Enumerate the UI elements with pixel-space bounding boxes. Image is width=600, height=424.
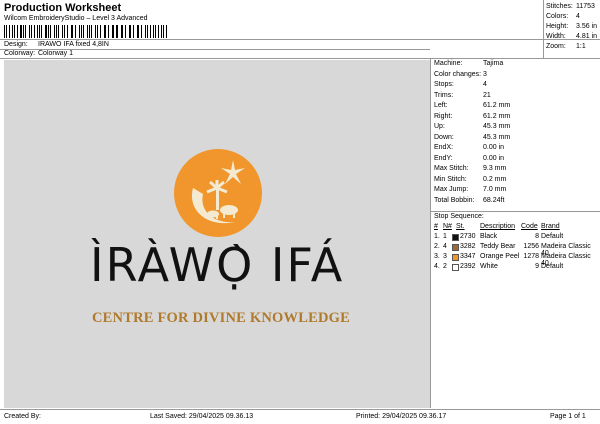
stop-sequence-header: Code	[521, 223, 538, 230]
summary-label: Width:	[546, 33, 566, 40]
detail-label: Min Stitch:	[434, 175, 467, 183]
detail-label: EndY:	[434, 154, 453, 162]
stop-row-needle: 3	[443, 253, 447, 260]
last-saved: Last Saved: 29/04/2025 09.36.13	[150, 413, 254, 420]
colorway-label: Colorway:	[4, 50, 36, 57]
divider	[0, 58, 600, 59]
stop-row-index: 1.	[434, 233, 440, 240]
color-swatch	[452, 234, 459, 241]
detail-value: 68.24ft	[483, 196, 505, 204]
stop-row-description: Black	[480, 233, 498, 240]
stop-row-stitches: 3282	[460, 243, 476, 250]
summary-value: 3.56 in	[576, 23, 598, 30]
stop-row-needle: 2	[443, 263, 447, 270]
detail-value: 21	[483, 91, 491, 99]
stop-row-needle: 1	[443, 233, 447, 240]
stop-sequence-header: Brand	[541, 223, 560, 230]
stop-row-code: 9	[535, 263, 539, 270]
logo-wordmark: ÌRÀWỌ̀ IFÁ	[90, 238, 345, 292]
detail-value: 45.3 mm	[483, 133, 511, 141]
palm-trunk	[216, 188, 219, 210]
page-number: Page 1 of 1	[550, 413, 586, 420]
detail-value: 61.2 mm	[483, 102, 511, 109]
logo-tagline: CENTRE FOR DIVINE KNOWLEDGE	[92, 310, 350, 326]
elephant-large	[220, 205, 238, 215]
barcode	[4, 25, 170, 38]
stop-row-code: 1256	[523, 243, 539, 250]
stop-row-description: Teddy Bear	[480, 243, 516, 250]
divider	[430, 211, 600, 212]
stop-row-brand: Default	[541, 263, 564, 270]
detail-value: 61.2 mm	[483, 112, 511, 120]
divider	[0, 409, 600, 410]
divider	[543, 0, 544, 58]
summary-label: Zoom:	[546, 43, 566, 50]
divider	[430, 58, 431, 408]
summary-value: 1:1	[576, 43, 586, 50]
detail-value: 0.00 in	[483, 144, 505, 151]
summary-value: 4	[576, 13, 580, 20]
stop-row-stitches: 2730	[460, 233, 476, 240]
summary-value: 11753	[576, 3, 595, 10]
detail-label: Max Stitch:	[434, 165, 469, 172]
logo-emblem	[174, 149, 262, 237]
stop-row-code: 1278	[523, 253, 539, 260]
colorway-value: Colorway 1	[38, 50, 74, 57]
stop-sequence-header: St.	[456, 223, 465, 230]
detail-label: Trims:	[434, 91, 454, 99]
detail-value: 45.3 mm	[483, 123, 511, 130]
stop-row-needle: 4	[443, 243, 447, 250]
summary-label: Stitches:	[546, 3, 573, 10]
detail-label: Left:	[434, 102, 448, 109]
stop-row-description: Orange Peel	[480, 253, 520, 260]
stop-row-description: White	[480, 263, 498, 270]
detail-label: Max Jump:	[434, 186, 469, 193]
detail-value: 0.00 in	[483, 154, 505, 162]
design-preview: ÌRÀWỌ̀ IFÁ CENTRE FOR DIVINE KNOWLEDGE	[4, 60, 430, 408]
stop-row-brand: Default	[541, 233, 564, 240]
detail-value: 7.0 mm	[483, 186, 507, 193]
divider	[0, 39, 600, 40]
stop-row-stitches: 3347	[460, 253, 476, 260]
stop-sequence-title: Stop Sequence:	[434, 213, 484, 220]
detail-label: Down:	[434, 133, 454, 141]
summary-label: Colors:	[546, 13, 569, 20]
detail-value: 0.2 mm	[483, 175, 507, 183]
worksheet-title: Production Worksheet	[4, 2, 122, 14]
detail-value: 9.3 mm	[483, 165, 507, 172]
detail-value: 3	[483, 70, 487, 78]
stop-row-stitches: 2392	[460, 263, 476, 270]
stop-sequence-header: N#	[443, 223, 452, 230]
design-label: Design:	[4, 41, 28, 48]
stop-sequence-header: #	[434, 223, 438, 230]
summary-value: 4.81 in	[576, 33, 598, 40]
color-swatch	[452, 264, 459, 271]
stop-sequence-header: Description	[480, 223, 516, 230]
color-swatch	[452, 254, 459, 261]
created-by: Created By:	[4, 413, 41, 420]
detail-label: EndX:	[434, 144, 454, 151]
summary-label: Height:	[546, 23, 569, 30]
printed-date: Printed: 29/04/2025 09.36.17	[356, 413, 447, 420]
software-subtitle: Wilcom EmbroideryStudio – Level 3 Advanc…	[4, 15, 148, 22]
detail-value: 4	[483, 81, 487, 88]
design-value: IRAWO IFA fixed 4,8IN	[38, 41, 109, 48]
detail-label: Up:	[434, 123, 445, 130]
stop-row-index: 2.	[434, 243, 440, 250]
detail-label: Color changes:	[434, 70, 482, 78]
detail-label: Machine:	[434, 60, 463, 67]
detail-label: Stops:	[434, 81, 454, 88]
stop-row-index: 3.	[434, 253, 440, 260]
detail-label: Total Bobbin:	[434, 196, 475, 204]
detail-value: Tajima	[483, 60, 504, 67]
stop-row-code: 8	[535, 233, 539, 240]
detail-label: Right:	[434, 112, 453, 120]
stop-row-index: 4.	[434, 263, 440, 270]
divider	[0, 49, 430, 50]
color-swatch	[452, 244, 459, 251]
